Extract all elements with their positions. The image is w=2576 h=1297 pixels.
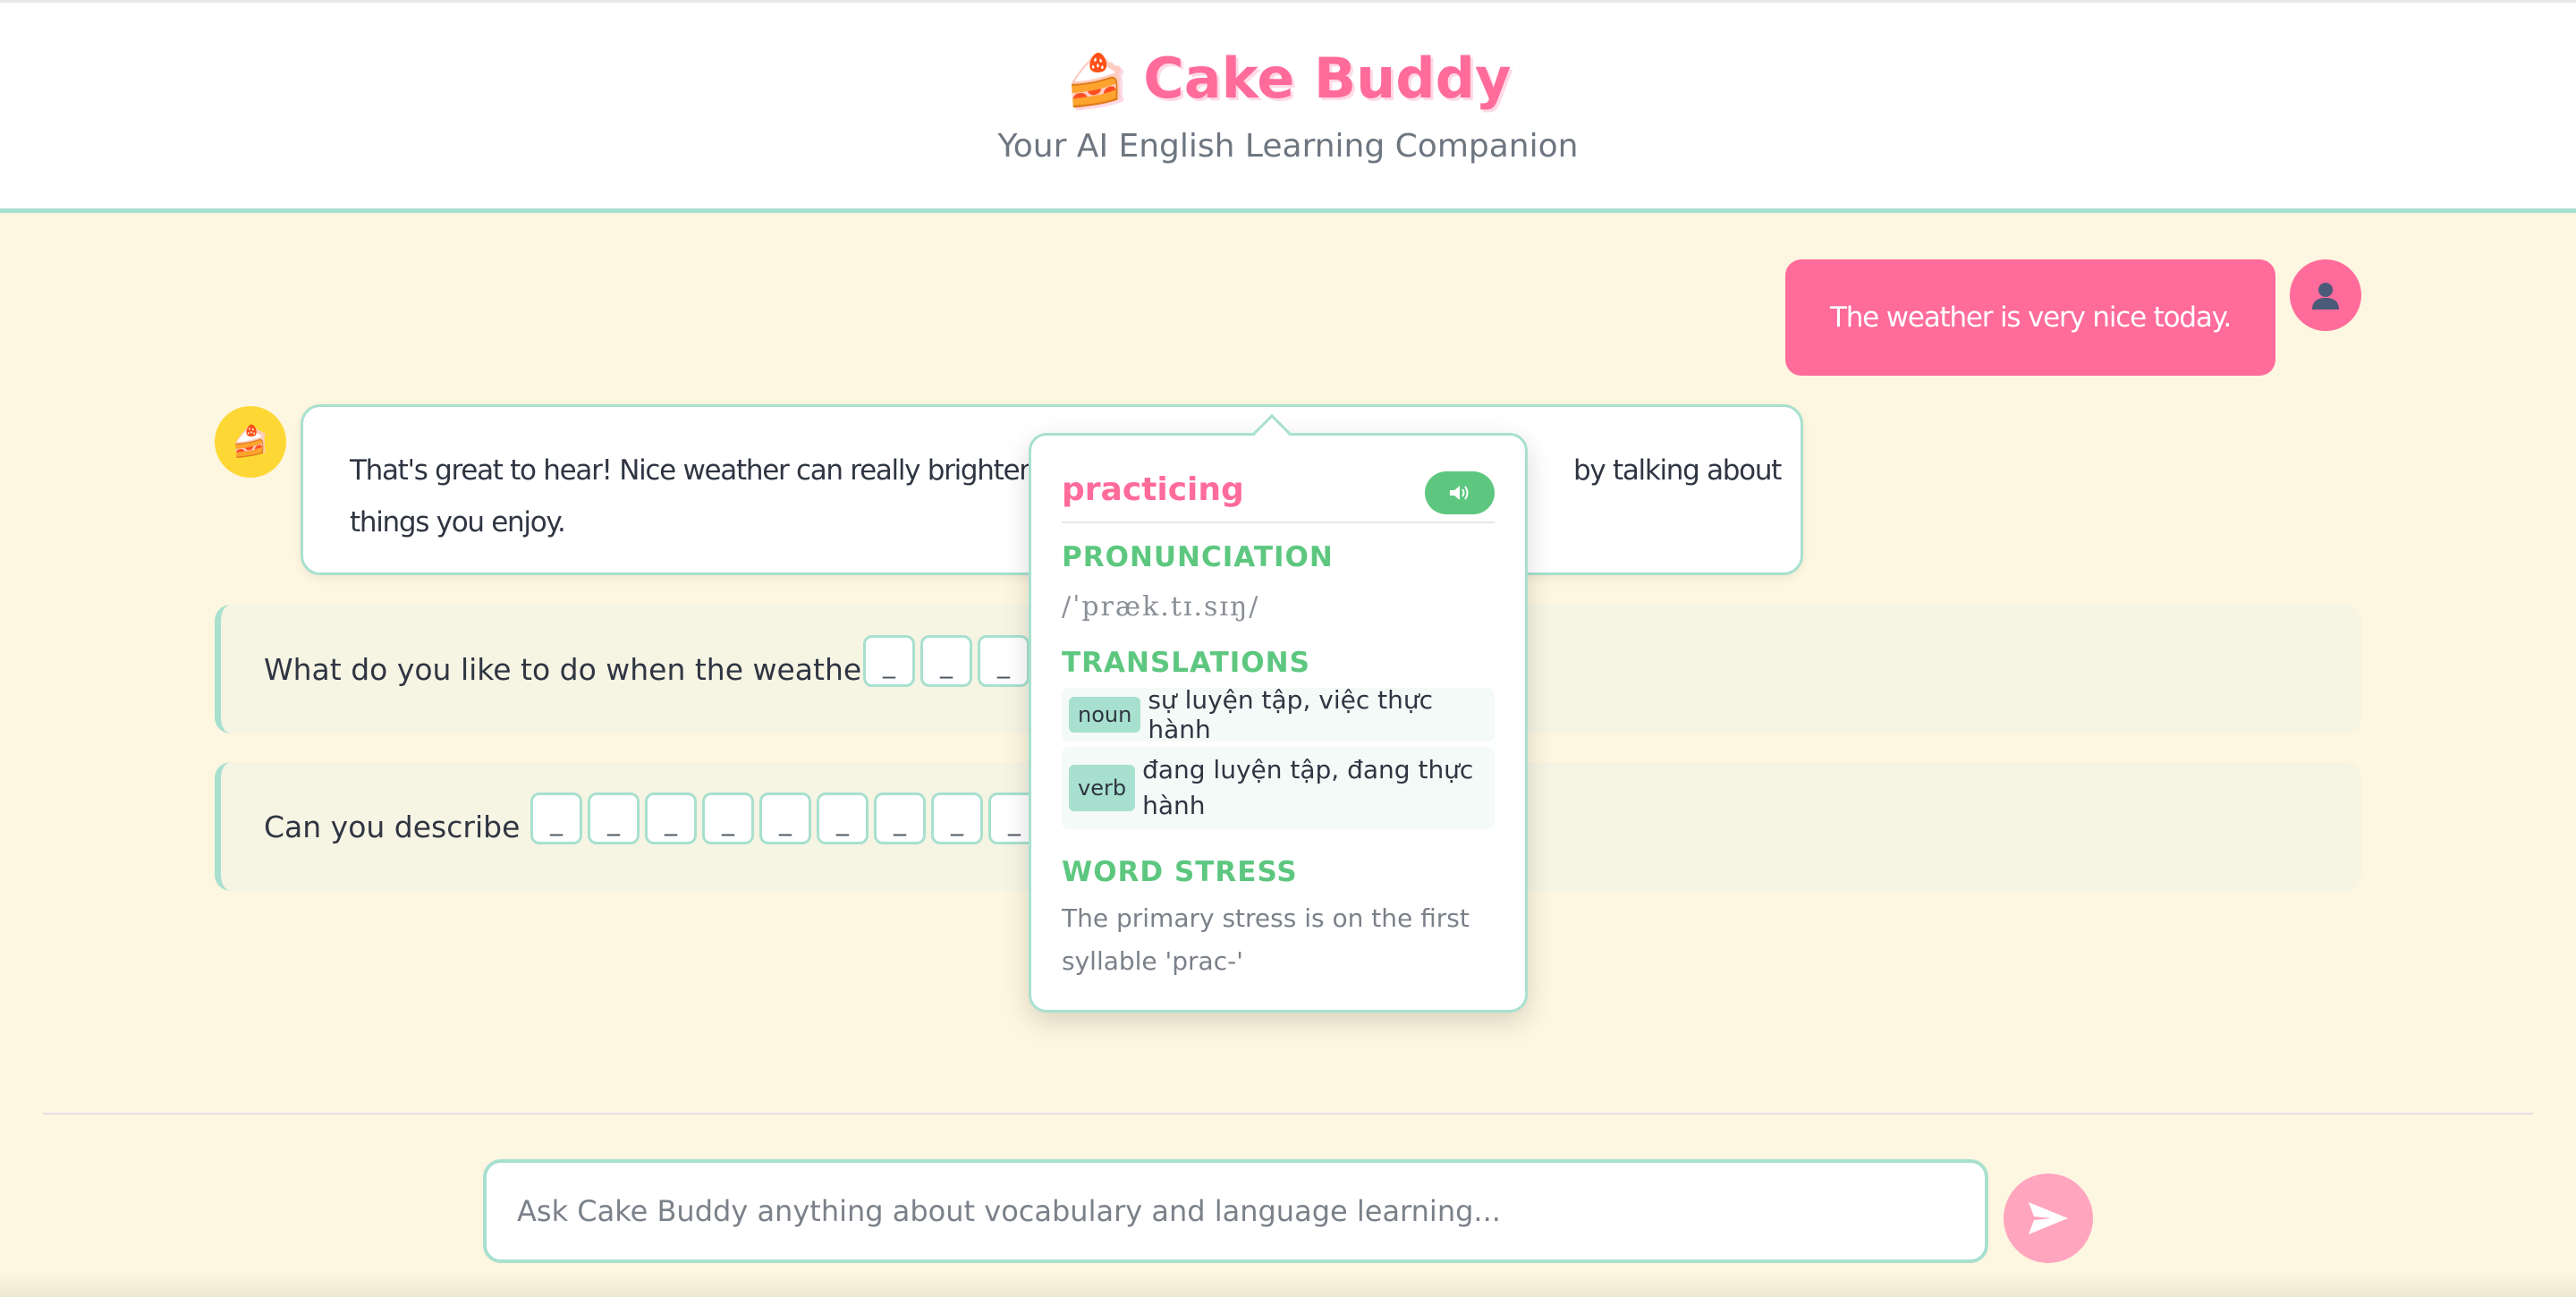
part-of-speech-tag: verb (1069, 765, 1136, 811)
send-icon (2029, 1202, 2068, 1234)
ipa-transcription: /ˈpræk.tɪ.sɪŋ/ (1062, 591, 1260, 623)
blank-input[interactable]: _ (874, 793, 926, 844)
cake-icon: 🍰 (1064, 52, 1128, 110)
bot-message-text-left: That's great to hear! Nice weather can r… (350, 454, 1037, 487)
app-title-text: Cake Buddy (1143, 46, 1512, 111)
translation-row: noun sự luyện tập, việc thực hành (1062, 685, 1495, 744)
send-button[interactable] (2004, 1174, 2093, 1263)
user-message-bubble: The weather is very nice today. (1785, 259, 2275, 376)
word-stress-label: WORD STRESS (1062, 856, 1298, 888)
translation-meaning: sự luyện tập, việc thực hành (1148, 685, 1433, 744)
blank-input[interactable]: _ (978, 635, 1030, 687)
app-header: 🍰 Cake Buddy Your AI English Learning Com… (0, 0, 2576, 213)
blank-input[interactable]: _ (863, 635, 915, 687)
question-text: Can you describe a (264, 809, 548, 844)
input-divider (43, 1113, 2533, 1115)
translations-label: TRANSLATIONS (1062, 647, 1310, 679)
blank-input[interactable]: _ (817, 793, 869, 844)
chat-input[interactable] (483, 1159, 1988, 1263)
blank-input[interactable]: _ (920, 635, 972, 687)
translation-meaning: đang luyện tập, đang thực hành (1142, 755, 1474, 820)
question-text: What do you like to do when the weather … (264, 651, 907, 687)
bot-message-text-right: by talking about (1573, 454, 1782, 487)
part-of-speech-tag: noun (1069, 697, 1141, 733)
app-subtitle: Your AI English Learning Companion (997, 128, 1579, 165)
word-popup: practicing PRONUNCIATION /ˈpræk.tɪ.sɪŋ/ … (1029, 413, 1528, 1013)
bot-avatar: 🍰 (215, 406, 286, 478)
user-message-text: The weather is very nice today. (1830, 301, 2232, 334)
popup-word: practicing (1062, 471, 1244, 508)
blank-input[interactable]: _ (588, 793, 640, 844)
blank-input[interactable]: _ (931, 793, 983, 844)
speaker-icon (1450, 486, 1469, 500)
blank-input[interactable]: _ (759, 793, 811, 844)
user-icon (2312, 283, 2339, 309)
app-title: 🍰 Cake Buddy (0, 46, 2576, 111)
pronounce-button[interactable] (1425, 471, 1495, 514)
word-stress-text: The primary stress is on the first sylla… (1062, 903, 1470, 976)
blank-input[interactable]: _ (702, 793, 754, 844)
translation-row: verb đang luyện tập, đang thực hành (1062, 747, 1495, 829)
blank-input[interactable]: _ (530, 793, 582, 844)
blank-input[interactable]: _ (645, 793, 697, 844)
popup-divider (1062, 521, 1495, 523)
bottom-shadow (0, 1270, 2576, 1297)
cake-icon: 🍰 (231, 424, 270, 460)
pronunciation-label: PRONUNCIATION (1062, 541, 1334, 573)
user-avatar (2290, 259, 2361, 331)
